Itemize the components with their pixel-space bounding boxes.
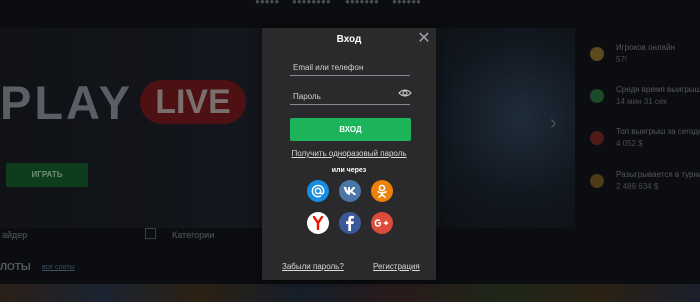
vk-icon	[343, 187, 357, 195]
logo-play: PLAY	[0, 76, 134, 129]
email-input[interactable]	[290, 58, 410, 77]
google-plus-login-button[interactable]	[371, 212, 393, 234]
nav-item[interactable]: ●●●●●●●●	[292, 0, 331, 6]
players-icon	[590, 47, 604, 61]
odnoklassniki-icon	[377, 184, 387, 198]
stat-title: Топ выигрыш за сегодня	[616, 127, 700, 136]
or-via-label: или через	[331, 167, 367, 174]
facebook-icon	[346, 215, 354, 231]
nav-item[interactable]: ●●●●●	[255, 0, 279, 6]
stat-title: Игроков онлайн	[616, 43, 675, 52]
stat-value: 14 мин 31 сек	[616, 97, 667, 106]
email-field[interactable]	[290, 57, 410, 77]
top-nav: ●●●●● ●●●●●●●● ●●●●●●● ●●●●●●	[0, 0, 700, 8]
section-link[interactable]: все слоты	[42, 264, 75, 271]
yandex-icon	[312, 216, 324, 230]
mail-ru-login-button[interactable]	[307, 180, 329, 202]
odnoklassniki-login-button[interactable]	[371, 180, 393, 202]
stat-item: Игроков онлайн 57!	[582, 43, 700, 73]
modal-title: Вход	[336, 34, 362, 45]
target-icon	[590, 131, 604, 145]
stats-sidebar: Игроков онлайн 57! Средн время выигрыша …	[582, 28, 700, 228]
stat-title: Средн время выигрыша	[616, 85, 700, 94]
password-input[interactable]	[290, 87, 410, 106]
stat-value: 57!	[616, 55, 628, 64]
close-icon[interactable]: ✕	[417, 31, 431, 47]
trophy-icon	[590, 174, 604, 188]
provider-filter[interactable]: айдер	[2, 230, 27, 240]
register-link[interactable]: Регистрация	[373, 262, 420, 271]
one-time-password-link[interactable]: Получить одноразовый пароль	[262, 149, 436, 158]
section-title: ЛОТЫ	[0, 262, 31, 273]
google-plus-icon	[374, 219, 389, 227]
money-bag-icon	[590, 89, 604, 103]
stat-value: 2 489 634 $	[616, 182, 659, 191]
stat-item: Средн время выигрыша 14 мин 31 сек	[582, 85, 700, 115]
stat-title: Разыгрывается в турнирах	[616, 170, 700, 179]
stat-value: 4 052 $	[616, 139, 643, 148]
login-modal: Вход ✕ ВХОД Получить одноразовый пароль …	[262, 28, 436, 280]
login-button[interactable]: ВХОД	[290, 118, 411, 141]
at-sign-icon	[311, 184, 325, 198]
nav-item[interactable]: ●●●●●●●	[345, 0, 379, 6]
yandex-login-button[interactable]	[307, 212, 329, 234]
categories-filter[interactable]: Категории	[172, 230, 214, 240]
logo-live: LIVE	[140, 80, 246, 124]
play-button[interactable]: ИГРАТЬ	[6, 163, 88, 187]
eye-icon[interactable]	[398, 88, 412, 98]
forgot-password-link[interactable]: Забыли пароль?	[282, 262, 344, 271]
password-field[interactable]	[290, 86, 410, 106]
stat-item: Разыгрывается в турнирах 2 489 634 $	[582, 170, 700, 200]
vk-login-button[interactable]	[339, 180, 361, 202]
stat-item: Топ выигрыш за сегодня 4 052 $	[582, 127, 700, 157]
chevron-right-icon[interactable]: ›	[550, 112, 557, 135]
games-strip[interactable]	[0, 284, 700, 302]
facebook-login-button[interactable]	[339, 212, 361, 234]
nav-item[interactable]: ●●●●●●	[392, 0, 421, 6]
checkbox-icon[interactable]	[145, 228, 156, 239]
